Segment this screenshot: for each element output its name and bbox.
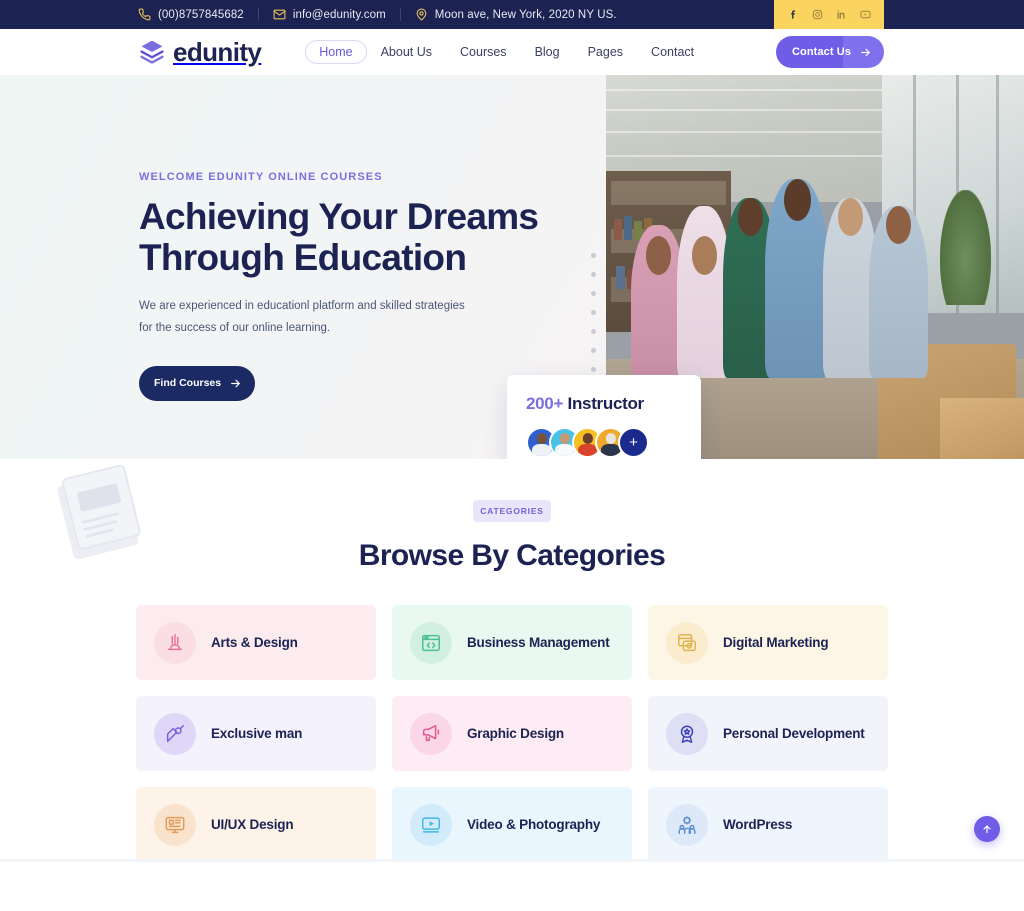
- category-card-graphic-design[interactable]: Graphic Design: [392, 696, 632, 771]
- scroll-to-top-button[interactable]: [974, 816, 1000, 842]
- instructor-avatars: +: [526, 427, 701, 458]
- facebook-icon: [788, 9, 799, 20]
- contact-us-label: Contact Us: [792, 46, 852, 58]
- topbar-address[interactable]: Moon ave, New York, 2020 NY US.: [401, 8, 631, 21]
- video-play-icon: [410, 803, 452, 846]
- instagram-link[interactable]: [807, 5, 827, 25]
- categories-title: Browse By Categories: [358, 539, 666, 572]
- linkedin-icon: [836, 9, 847, 20]
- categories-pill-badge: CATEGORIES: [473, 500, 551, 522]
- category-card-digital-marketing[interactable]: Digital Marketing: [648, 605, 888, 680]
- social-links: [774, 0, 884, 29]
- brand-name: edunity: [173, 36, 262, 67]
- linkedin-link[interactable]: [831, 5, 851, 25]
- hero-decorative-dots: [591, 253, 596, 391]
- contact-us-button[interactable]: Contact Us: [776, 36, 884, 68]
- hero-title-line-1: Achieving Your Dreams: [139, 196, 539, 237]
- nav-item-blog[interactable]: Blog: [521, 39, 574, 65]
- phone-icon: [138, 8, 151, 21]
- topbar-phone-text: (00)8757845682: [158, 8, 244, 21]
- category-label: Arts & Design: [211, 635, 298, 650]
- category-label: Personal Development: [723, 726, 865, 741]
- instructor-count: 200+: [526, 394, 564, 413]
- category-card-business-management[interactable]: Business Management: [392, 605, 632, 680]
- youtube-icon: [859, 9, 871, 20]
- map-pin-icon: [415, 8, 428, 21]
- arrow-right-icon: [859, 46, 872, 59]
- pen-design-icon: [154, 712, 196, 755]
- page-bottom-edge: [0, 859, 1024, 862]
- instructor-stat-card: 200+ Instructor +: [507, 375, 701, 459]
- top-contact-bar: (00)8757845682 info@edunity.com Moon ave…: [0, 0, 1024, 29]
- arrow-right-icon: [229, 377, 242, 390]
- ad-board-icon: [666, 621, 708, 664]
- hero-subtitle-line-2: for the success of our online learning.: [139, 321, 331, 334]
- envelope-icon: [273, 8, 286, 21]
- topbar-phone[interactable]: (00)8757845682: [138, 8, 258, 21]
- arrow-up-icon: [981, 823, 993, 835]
- find-courses-button[interactable]: Find Courses: [139, 365, 255, 401]
- category-card-exclusive-man[interactable]: Exclusive man: [136, 696, 376, 771]
- topbar-email[interactable]: info@edunity.com: [259, 8, 400, 21]
- nav-item-contact[interactable]: Contact: [637, 39, 708, 65]
- category-card-arts-design[interactable]: Arts & Design: [136, 605, 376, 680]
- categories-section: CATEGORIES Browse By Categories Arts & D…: [0, 459, 1024, 862]
- instagram-icon: [812, 9, 823, 20]
- categories-grid: Arts & Design Business Management Digita…: [136, 605, 888, 862]
- palette-icon: [154, 621, 196, 664]
- award-badge-icon: [666, 712, 708, 755]
- hero-copy: WELCOME EDUNITY ONLINE COURSES Achieving…: [0, 75, 606, 401]
- nav-item-courses[interactable]: Courses: [446, 39, 521, 65]
- topbar-email-text: info@edunity.com: [292, 8, 386, 21]
- hero-section: WELCOME EDUNITY ONLINE COURSES Achieving…: [0, 75, 1024, 459]
- monitor-ui-icon: [154, 803, 196, 846]
- category-card-wordpress[interactable]: WordPress: [648, 787, 888, 862]
- category-card-ui-ux-design[interactable]: UI/UX Design: [136, 787, 376, 862]
- main-navigation: Home About Us Courses Blog Pages Contact: [305, 39, 708, 65]
- hero-subtitle-line-1: We are experienced in educationl platfor…: [139, 300, 465, 313]
- category-card-video-photography[interactable]: Video & Photography: [392, 787, 632, 862]
- avatar-more-button[interactable]: +: [618, 427, 649, 458]
- nav-item-pages[interactable]: Pages: [574, 39, 637, 65]
- site-header: edunity Home About Us Courses Blog Pages…: [0, 29, 1024, 75]
- category-label: Video & Photography: [467, 817, 601, 832]
- category-label: Business Management: [467, 635, 610, 650]
- site-logo[interactable]: edunity: [138, 36, 262, 68]
- megaphone-icon: [410, 712, 452, 755]
- find-courses-label: Find Courses: [154, 377, 222, 390]
- top-contact-list: (00)8757845682 info@edunity.com Moon ave…: [138, 8, 631, 21]
- hero-title: Achieving Your Dreams Through Education: [139, 196, 606, 278]
- category-label: Exclusive man: [211, 726, 303, 741]
- instructor-stat-title: 200+ Instructor: [526, 394, 701, 414]
- category-card-personal-development[interactable]: Personal Development: [648, 696, 888, 771]
- category-label: Graphic Design: [467, 726, 564, 741]
- topbar-address-text: Moon ave, New York, 2020 NY US.: [434, 8, 617, 21]
- code-window-icon: [410, 621, 452, 664]
- category-label: UI/UX Design: [211, 817, 294, 832]
- nav-item-about-us[interactable]: About Us: [367, 39, 446, 65]
- hero-eyebrow: WELCOME EDUNITY ONLINE COURSES: [139, 171, 383, 183]
- facebook-link[interactable]: [783, 5, 803, 25]
- layers-logo-icon: [138, 38, 166, 66]
- category-label: Digital Marketing: [723, 635, 829, 650]
- nav-item-home[interactable]: Home: [305, 40, 367, 64]
- category-label: WordPress: [723, 817, 793, 832]
- youtube-link[interactable]: [855, 5, 875, 25]
- instructor-label: Instructor: [567, 394, 645, 413]
- gear-team-icon: [666, 803, 708, 846]
- hero-subtitle: We are experienced in educationl platfor…: [139, 296, 606, 339]
- hero-title-line-2: Through Education: [139, 236, 467, 278]
